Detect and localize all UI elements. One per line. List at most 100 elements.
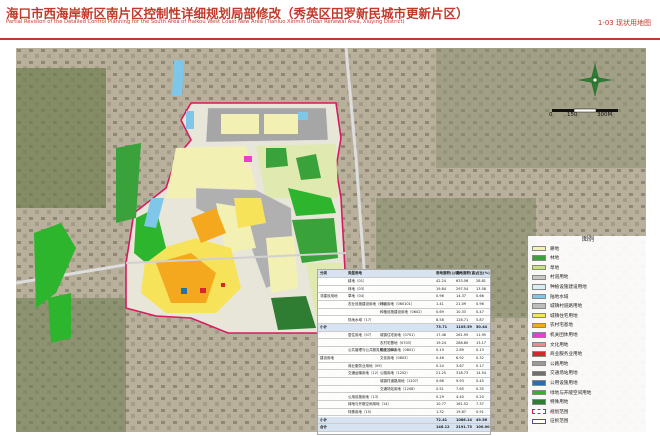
parcel-commercial	[221, 283, 225, 287]
legend-item: 耕地	[532, 245, 559, 252]
table-cell: 0.13	[476, 348, 484, 353]
table-cell: 0.24	[436, 363, 444, 368]
legend-item: 公用设施用地	[532, 379, 578, 386]
table-cell: 公路用地（1202）	[380, 371, 410, 376]
legend-label: 陆地水域	[550, 294, 569, 300]
table-cell: 1086.14	[456, 417, 472, 422]
legend-swatch	[532, 380, 546, 386]
table-cell: 8.58	[436, 317, 444, 322]
table-row: 种植设施建设用地（0602） 0.69 10.33 0.47	[318, 309, 490, 317]
parcel-water	[186, 111, 194, 129]
table-row: 交通场站用地（1208） 0.51 7.65 0.35	[318, 386, 490, 394]
table-cell: 草地（04）	[348, 294, 367, 299]
table-cell: 7.37	[476, 402, 484, 407]
legend-label: 商业服务业用地	[550, 352, 583, 358]
table-row: 绿地与开敞空间用地（14） 10.77 161.52 7.37	[318, 401, 490, 409]
parcel-water-outer	[172, 60, 184, 96]
scale-label-150: 150	[567, 112, 578, 118]
legend-item: 文化用地	[532, 341, 568, 348]
legend-swatch	[532, 399, 546, 405]
legend-label: 种植设施建设用地	[550, 284, 587, 290]
legend-label: 耕地	[550, 246, 560, 252]
legend-swatch	[532, 332, 546, 338]
legend-swatch	[532, 274, 546, 281]
table-cell: 72.41	[436, 417, 448, 422]
map-legend: 图例 耕地 林地 草地 村道用地 种植设施建设用地 陆地水域 城镇村道路用地 城镇住宅用地 农村…	[528, 236, 648, 432]
table-cell: 50.44	[476, 325, 488, 330]
table-cell: 0.19	[436, 348, 444, 353]
legend-swatch	[532, 360, 546, 367]
table-cell: 261.95	[456, 332, 469, 337]
table-cell: 种植设施建设用地（0602）	[380, 309, 424, 314]
legend-item: 陆地水域	[532, 293, 568, 300]
legend-item: 征拆范围	[532, 418, 568, 425]
table-cell: 村道用地（060101）	[380, 302, 415, 307]
table-cell: 73.71	[436, 325, 448, 330]
table-cell: 居住用地（07）	[348, 332, 374, 337]
table-cell: 0.46	[436, 356, 444, 360]
table-cell: 城镇村道路用地（1207）	[380, 379, 421, 384]
table-cell: 2.89	[456, 348, 464, 353]
legend-swatch	[532, 370, 546, 377]
table-row: 小计 73.71 1105.59 50.44	[318, 324, 490, 332]
table-cell: 49.56	[476, 417, 488, 422]
table-cell: 14.54	[476, 371, 487, 376]
legend-swatch	[532, 322, 546, 329]
scale-label-300m: 300M	[597, 112, 613, 118]
table-cell: 用地面积(亩)	[456, 271, 477, 275]
table-cell: 城镇住宅用地（0701）	[380, 332, 417, 337]
table-row: 小计 72.41 1086.14 49.56	[318, 416, 490, 425]
legend-swatch	[532, 245, 546, 252]
legend-item: 商业服务业用地	[532, 351, 582, 358]
aerial-vegetation-ne	[436, 48, 646, 168]
legend-item: 机关团体用地	[532, 331, 578, 338]
legend-swatch	[532, 418, 546, 425]
legend-item: 草地	[532, 264, 559, 271]
table-cell: 318.73	[456, 371, 469, 376]
table-cell: 21.25	[436, 371, 447, 376]
legend-label: 城镇住宅用地	[550, 313, 578, 319]
table-cell: 0.35	[476, 386, 484, 391]
table-cell: 交通运输用地（12）	[348, 371, 381, 376]
legend-swatch	[532, 293, 546, 300]
legend-item: 种植设施建设用地	[532, 283, 587, 290]
parcel-utility	[181, 288, 187, 294]
table-cell: 100.00	[476, 425, 490, 430]
map-subtitle-en: Partial Revision of the Detailed Control…	[6, 19, 405, 25]
aerial-vegetation-nw	[16, 68, 106, 208]
parcel-water	[298, 112, 308, 120]
table-row: 林地（03） 19.84 297.54 13.58	[318, 286, 490, 294]
legend-label: 机关团体用地	[550, 332, 578, 338]
table-cell: 0.32	[476, 356, 484, 360]
sheet-label: 1-03 现状用地图	[597, 19, 651, 27]
table-row: 交通运输用地（12） 公路用地（1202） 21.25 318.73 14.54	[318, 370, 490, 378]
table-cell: 0.47	[476, 309, 484, 314]
legend-label: 规划范围	[550, 409, 569, 415]
table-cell: 19.87	[456, 409, 467, 414]
legend-item: 城镇村道路用地	[532, 303, 582, 310]
table-cell: 0.29	[436, 394, 444, 399]
table-cell: 林地（03）	[348, 286, 367, 291]
table-cell: 633.56	[456, 279, 469, 283]
parcel-government	[244, 156, 252, 162]
table-cell: 0.66	[436, 379, 444, 384]
table-row: 合计 146.12 2191.73 100.00	[318, 424, 490, 432]
table-cell: 10.77	[436, 402, 447, 407]
table-cell: 5.87	[476, 317, 484, 322]
legend-swatch	[532, 312, 546, 319]
table-cell: 0.20	[476, 394, 484, 399]
table-cell: 机关团体用地（0801）	[380, 348, 417, 353]
parcel-green-outer	[48, 293, 71, 343]
table-cell: 21.09	[456, 302, 467, 307]
legend-swatch	[532, 303, 546, 309]
legend-item: 农村宅基地	[532, 322, 573, 329]
legend-label: 城镇村道路用地	[550, 304, 583, 310]
legend-swatch	[532, 264, 546, 271]
table-cell: 9.93	[456, 379, 464, 384]
table-cell: 19.24	[436, 340, 447, 345]
table-cell: 0.96	[476, 302, 484, 307]
legend-label: 农村宅基地	[550, 323, 573, 329]
table-cell: 1.32	[436, 409, 444, 414]
table-cell: 建设用地	[320, 356, 334, 360]
table-cell: 合计	[320, 425, 327, 430]
